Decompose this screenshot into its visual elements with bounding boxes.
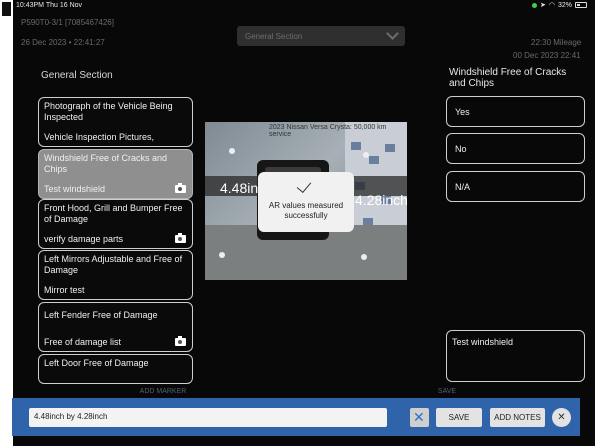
- location-icon: ➤: [540, 2, 546, 9]
- section-dropdown[interactable]: General Section: [237, 26, 405, 46]
- measure-tool-icon[interactable]: [410, 408, 429, 427]
- photo-caption: 2023 Nissan Versa Crysta: 50,000 km serv…: [269, 124, 387, 138]
- checklist-item[interactable]: Left Door Free of Damage: [38, 354, 193, 384]
- notes-text: Test windshield: [452, 337, 514, 347]
- checklist-item-title: Front Hood, Grill and Bumper Free of Dam…: [44, 203, 183, 224]
- checklist-item-note: Test windshield: [44, 184, 106, 194]
- anchor-point[interactable]: [229, 148, 235, 154]
- camera-icon[interactable]: [175, 183, 186, 193]
- question-title: Windshield Free of Cracks and Chips: [449, 67, 567, 89]
- app-screen: 10:43PM Thu 16 Nov ➤ ◠ 32% P590T0-3/1 [7…: [13, 0, 593, 446]
- add-notes-button[interactable]: ADD NOTES: [490, 408, 545, 427]
- wifi-icon: ◠: [548, 2, 555, 9]
- chevron-down-icon: [386, 27, 399, 40]
- checklist-item[interactable]: Left Fender Free of Damage Free of damag…: [38, 302, 193, 352]
- measurement-value-field[interactable]: 4.48inch by 4.28inch: [29, 408, 387, 427]
- camera-icon[interactable]: [175, 233, 186, 243]
- toast-message: AR values measured successfully: [268, 201, 344, 220]
- checklist-item-note: verify damage parts: [44, 234, 124, 244]
- checklist-item-note: Mirror test: [44, 285, 85, 295]
- checklist-item-note: Vehicle Inspection Pictures,: [44, 132, 155, 142]
- checklist-item-title: Left Mirrors Adjustable and Free of Dama…: [44, 254, 183, 275]
- answer-option[interactable]: N/A: [446, 171, 585, 202]
- success-toast: AR values measured successfully: [258, 172, 354, 232]
- status-time: 10:43PM Thu 16 Nov: [16, 2, 83, 9]
- anchor-point[interactable]: [219, 252, 225, 258]
- inspection-datetime: 26 Dec 2023 • 22:41:27: [21, 38, 105, 47]
- checklist-item-title: Photograph of the Vehicle Being Inspecte…: [44, 101, 173, 122]
- answer-option-label: Yes: [455, 107, 470, 117]
- checklist-item[interactable]: Photograph of the Vehicle Being Inspecte…: [38, 97, 193, 147]
- checklist-item[interactable]: Left Mirrors Adjustable and Free of Dama…: [38, 250, 193, 300]
- section-dropdown-label: General Section: [245, 31, 303, 41]
- checklist-item-selected[interactable]: Windshield Free of Cracks and Chips Test…: [38, 149, 193, 199]
- measurement-toolbar: 4.48inch by 4.28inch SAVE ADD NOTES ✕: [12, 398, 580, 436]
- checklist-item-title: Left Door Free of Damage: [44, 358, 149, 368]
- camera-icon[interactable]: [175, 336, 186, 346]
- close-icon[interactable]: ✕: [552, 408, 571, 427]
- anchor-point[interactable]: [361, 254, 367, 260]
- answer-option-label: No: [455, 144, 467, 154]
- measurement-right: 4.28inch: [355, 192, 407, 208]
- left-frame: [0, 0, 13, 446]
- notes-field[interactable]: Test windshield: [446, 330, 585, 382]
- save-button[interactable]: SAVE: [436, 408, 482, 427]
- checklist-item-note: Free of damage list: [44, 337, 122, 347]
- anchor-point[interactable]: [363, 152, 369, 158]
- status-bar: 10:43PM Thu 16 Nov ➤ ◠ 32%: [13, 0, 593, 12]
- camera-indicator-icon: [532, 2, 537, 8]
- answer-option[interactable]: Yes: [446, 96, 585, 127]
- checklist-item-title: Left Fender Free of Damage: [44, 310, 158, 320]
- status-indicators: ➤ ◠ 32%: [532, 1, 587, 9]
- battery-percent: 32%: [557, 1, 572, 9]
- battery-icon: [575, 2, 587, 8]
- answer-option[interactable]: No: [446, 133, 585, 164]
- header-right-line2: 00 Dec 2023 22:41: [513, 51, 581, 60]
- header-right-line1: 22:30 Mileage: [531, 38, 582, 47]
- frame-marker: [2, 2, 11, 16]
- checkmark-icon: [296, 177, 312, 194]
- inspection-id: P590T0-3/1 [7085467426]: [21, 18, 114, 27]
- section-title: General Section: [41, 70, 113, 81]
- checklist-item-title: Windshield Free of Cracks and Chips: [44, 153, 168, 174]
- answer-option-label: N/A: [455, 182, 471, 192]
- checklist-item[interactable]: Front Hood, Grill and Bumper Free of Dam…: [38, 199, 193, 249]
